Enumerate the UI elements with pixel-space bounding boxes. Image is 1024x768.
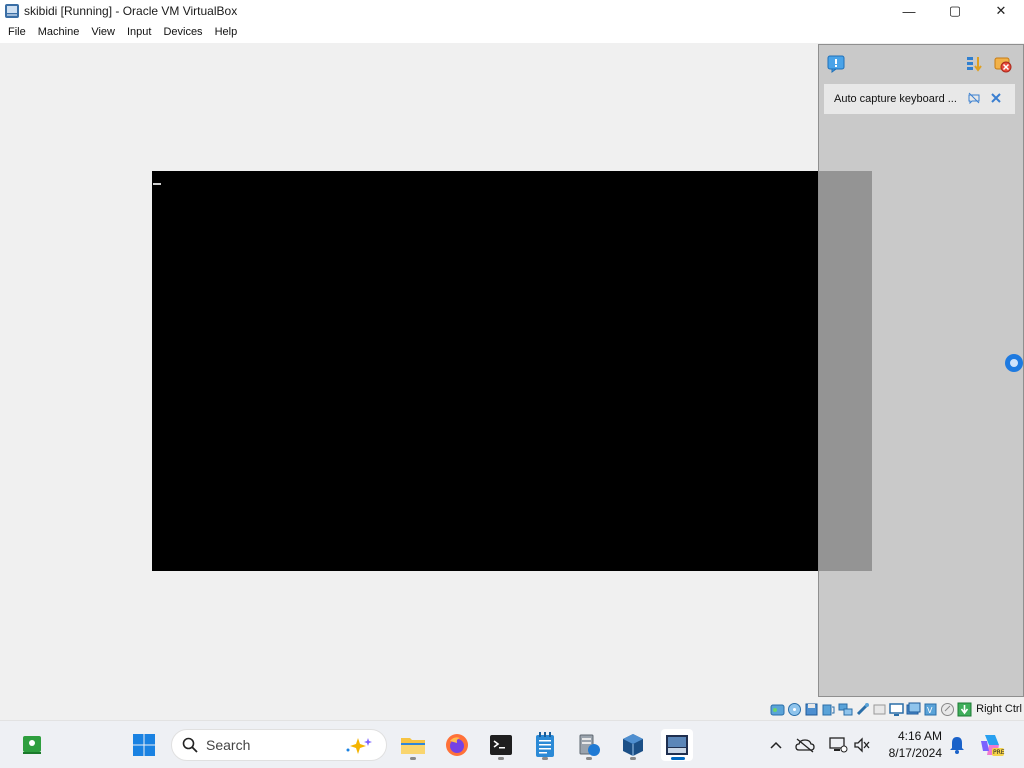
close-notification-icon[interactable] <box>989 91 1003 105</box>
vm-screen[interactable] <box>152 171 872 571</box>
server-manager-running-indicator <box>586 757 592 760</box>
network-icon[interactable] <box>838 702 853 717</box>
notification-center-toggle-icon[interactable] <box>826 54 846 74</box>
file-explorer-running-indicator <box>410 757 416 760</box>
clock-date[interactable]: 8/17/2024 <box>876 746 942 760</box>
virtualbox-manager-icon[interactable] <box>617 729 649 761</box>
virtualbox-manager-running-indicator <box>630 757 636 760</box>
svg-text:PRE: PRE <box>993 749 1005 756</box>
display-icon[interactable] <box>889 702 904 717</box>
dismiss-all-icon[interactable] <box>993 54 1013 74</box>
minimize-button[interactable]: — <box>886 0 932 22</box>
cpu-icon[interactable]: V <box>923 702 938 717</box>
clock-time[interactable]: 4:16 AM <box>876 729 942 743</box>
show-hidden-icons-chevron-icon[interactable] <box>760 729 792 761</box>
window-title: skibidi [Running] - Oracle VM VirtualBox <box>24 4 238 18</box>
search-icon <box>182 737 198 753</box>
usb-icon[interactable] <box>855 702 870 717</box>
keyboard-capture-icon[interactable] <box>957 702 972 717</box>
text-cursor <box>153 183 161 185</box>
maximize-button[interactable]: ▢ <box>932 0 978 22</box>
mouse-integration-icon[interactable] <box>940 702 955 717</box>
onedrive-offline-icon[interactable] <box>789 729 821 761</box>
menu-file[interactable]: File <box>2 22 32 43</box>
floppy-icon[interactable] <box>804 702 819 717</box>
vm-status-bar: V Right Ctrl <box>0 698 1024 720</box>
virtualbox-app-icon <box>4 3 20 19</box>
start-button-icon[interactable] <box>128 729 160 761</box>
audio-icon[interactable] <box>821 702 836 717</box>
volume-muted-icon[interactable] <box>846 729 878 761</box>
svg-text:V: V <box>927 706 933 715</box>
windows-taskbar: Search 4:16 AM 8/17/2024 PRE <box>0 720 1024 768</box>
menu-view[interactable]: View <box>85 22 121 43</box>
notification-center-header <box>819 45 1023 81</box>
vm-display-area: Auto capture keyboard ... <box>0 43 1024 698</box>
notifications-bell-icon[interactable] <box>941 729 973 761</box>
server-manager-icon[interactable] <box>573 729 605 761</box>
notification-center-panel: Auto capture keyboard ... <box>818 44 1024 697</box>
menu-help[interactable]: Help <box>209 22 244 43</box>
sort-notifications-icon[interactable] <box>964 54 984 74</box>
notepad-icon[interactable] <box>529 729 561 761</box>
close-button[interactable]: ✕ <box>978 0 1024 22</box>
menu-input[interactable]: Input <box>121 22 157 43</box>
widgets-icon[interactable] <box>16 729 48 761</box>
vm-window-taskbar-icon[interactable] <box>661 729 693 761</box>
copilot-icon[interactable]: PRE <box>976 729 1008 761</box>
menu-devices[interactable]: Devices <box>157 22 208 43</box>
title-bar: skibidi [Running] - Oracle VM VirtualBox… <box>0 0 1024 22</box>
optical-drive-icon[interactable] <box>787 702 802 717</box>
vm-window-active-indicator <box>671 757 685 760</box>
video-capture-icon[interactable] <box>906 702 921 717</box>
notification-card: Auto capture keyboard ... <box>824 84 1015 114</box>
search-placeholder: Search <box>206 737 251 753</box>
menu-bar: File Machine View Input Devices Help <box>0 22 1024 43</box>
shared-folders-icon[interactable] <box>872 702 887 717</box>
notepad-running-indicator <box>542 757 548 760</box>
terminal-icon[interactable] <box>485 729 517 761</box>
file-explorer-icon[interactable] <box>397 729 429 761</box>
host-key-label[interactable]: Right Ctrl <box>976 703 1022 715</box>
menu-machine[interactable]: Machine <box>32 22 86 43</box>
do-not-show-again-icon[interactable] <box>967 91 981 105</box>
taskbar-search-box[interactable]: Search <box>171 729 387 761</box>
firefox-icon[interactable] <box>441 729 473 761</box>
copilot-sparkle-icon <box>344 736 374 756</box>
hard-disk-icon[interactable] <box>770 702 785 717</box>
panel-resize-handle-icon[interactable] <box>1005 354 1023 372</box>
notification-message: Auto capture keyboard ... <box>834 93 957 105</box>
terminal-running-indicator <box>498 757 504 760</box>
